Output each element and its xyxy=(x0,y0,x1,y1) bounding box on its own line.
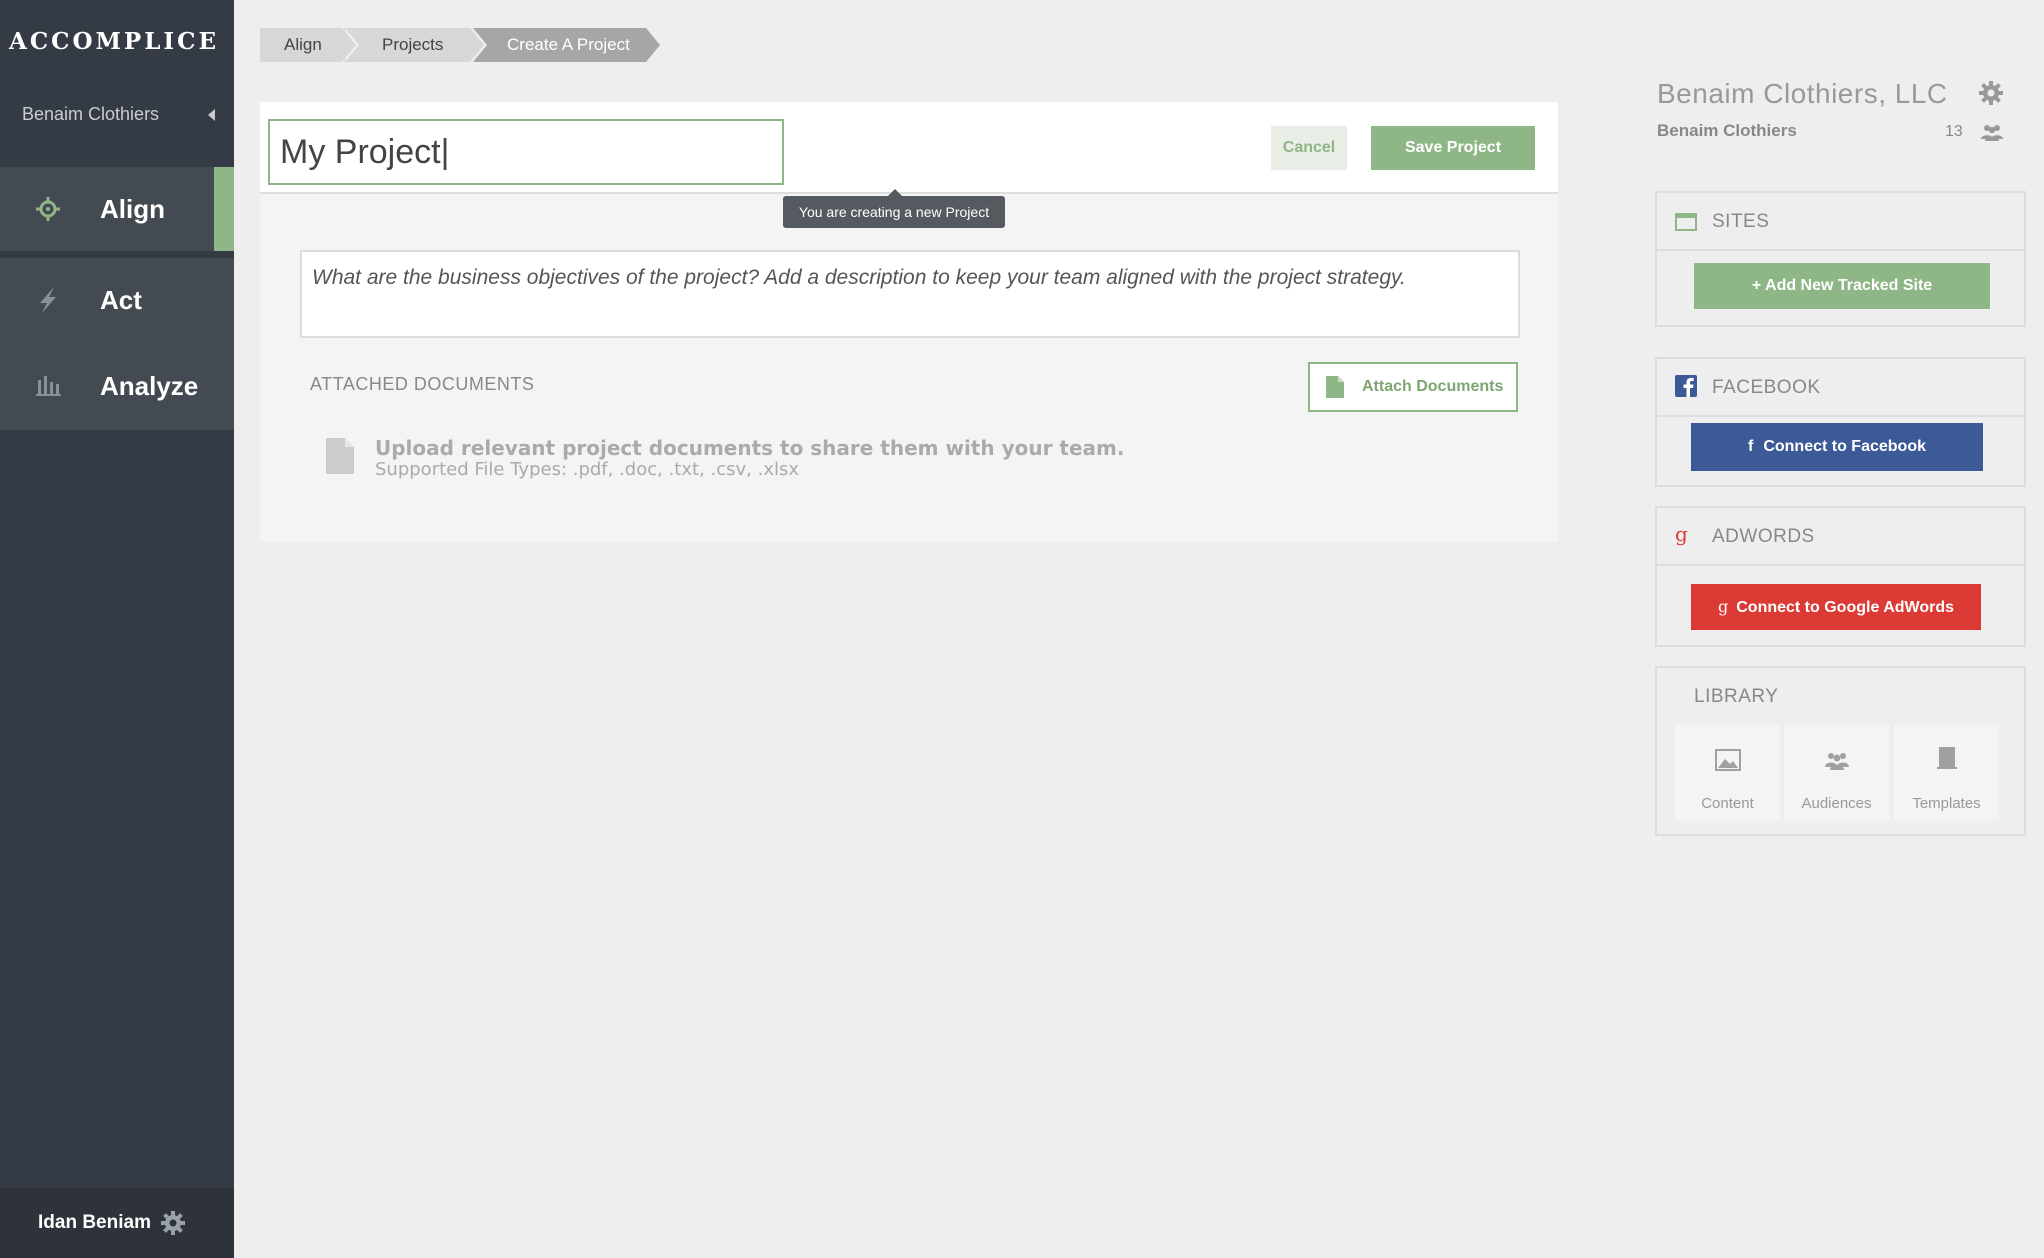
bolt-icon xyxy=(40,287,56,313)
account-switcher[interactable]: Benaim Clothiers xyxy=(22,104,222,130)
library-templates-label: Templates xyxy=(1912,795,1981,812)
adwords-title: ADWORDS xyxy=(1712,526,1815,547)
member-count: 13 xyxy=(1945,123,1963,140)
account-name: Benaim Clothiers xyxy=(22,104,160,124)
crosshair-icon xyxy=(36,197,60,221)
project-name-input[interactable] xyxy=(268,119,784,185)
google-g-icon: g xyxy=(1675,522,1688,546)
attach-documents-label: Attach Documents xyxy=(1362,378,1504,395)
save-project-button[interactable]: Save Project xyxy=(1371,126,1535,170)
attached-documents-heading: ATTACHED DOCUMENTS xyxy=(310,374,535,394)
browser-window-icon xyxy=(1675,213,1697,231)
facebook-title: FACEBOOK xyxy=(1712,377,1821,398)
company-name: Benaim Clothiers, LLC xyxy=(1657,78,1948,109)
library-audiences-tile[interactable]: Audiences xyxy=(1784,725,1889,821)
connect-adwords-button[interactable]: g Connect to Google AdWords xyxy=(1691,584,1981,630)
breadcrumb-projects[interactable]: Projects xyxy=(344,28,487,62)
google-g-icon: g xyxy=(1717,597,1729,616)
nav-item-act[interactable]: Act xyxy=(0,258,234,342)
adwords-panel: g ADWORDS g Connect to Google AdWords xyxy=(1655,506,2026,647)
add-tracked-site-button[interactable]: + Add New Tracked Site xyxy=(1694,263,1990,309)
people-icon[interactable] xyxy=(1980,123,2004,141)
nav-item-analyze[interactable]: Analyze xyxy=(0,342,234,430)
library-audiences-label: Audiences xyxy=(1801,795,1872,812)
library-templates-tile[interactable]: Templates xyxy=(1894,725,1999,821)
user-bar: Idan Beniam xyxy=(0,1188,234,1258)
new-project-tooltip: You are creating a new Project xyxy=(783,189,1005,228)
supported-file-types: Supported File Types: .pdf, .doc, .txt, … xyxy=(375,459,800,480)
library-content-label: Content xyxy=(1701,795,1754,812)
upload-hint: Upload relevant project documents to sha… xyxy=(375,436,1125,460)
nav-label: Analyze xyxy=(100,371,199,401)
attach-documents-button[interactable]: Attach Documents xyxy=(1308,362,1518,412)
library-panel: LIBRARY Content Audiences Templates xyxy=(1655,666,2026,836)
breadcrumb-align[interactable]: Align xyxy=(260,28,359,62)
facebook-panel-header: FACEBOOK xyxy=(1657,359,2024,417)
facebook-panel: FACEBOOK f Connect to Facebook xyxy=(1655,357,2026,487)
breadcrumb-create-project: Create A Project xyxy=(473,28,663,62)
nav-label: Act xyxy=(100,285,142,315)
sidebar: Accomplice Benaim Clothiers Align Act An xyxy=(0,0,234,1258)
sites-title: SITES xyxy=(1712,211,1770,232)
company-subname: Benaim Clothiers xyxy=(1657,121,1797,140)
people-icon xyxy=(1825,753,1849,770)
adwords-panel-header: g ADWORDS xyxy=(1657,508,2024,566)
nav-label: Align xyxy=(100,194,165,224)
user-name[interactable]: Idan Beniam xyxy=(38,1188,151,1258)
project-form-header: Cancel Save Project xyxy=(260,102,1558,194)
facebook-f-icon: f xyxy=(1747,438,1754,455)
document-icon xyxy=(1937,747,1957,769)
connect-adwords-label: Connect to Google AdWords xyxy=(1736,599,1954,616)
bar-chart-icon xyxy=(36,376,61,396)
app-logo: Accomplice xyxy=(8,28,219,55)
gear-icon[interactable] xyxy=(1978,80,2004,106)
cancel-button[interactable]: Cancel xyxy=(1271,126,1347,170)
gear-icon[interactable] xyxy=(160,1210,186,1236)
connect-facebook-label: Connect to Facebook xyxy=(1763,438,1926,455)
nav-item-align[interactable]: Align xyxy=(0,167,234,251)
image-icon xyxy=(1715,749,1741,771)
file-icon xyxy=(326,438,354,474)
connect-facebook-button[interactable]: f Connect to Facebook xyxy=(1691,423,1983,471)
sites-panel: SITES + Add New Tracked Site xyxy=(1655,191,2026,327)
collapse-caret-icon[interactable] xyxy=(208,109,215,121)
document-icon xyxy=(1326,376,1344,398)
project-form-card: Cancel Save Project You are creating a n… xyxy=(260,102,1558,542)
sites-panel-header: SITES xyxy=(1657,193,2024,251)
library-title: LIBRARY xyxy=(1694,686,1779,707)
library-content-tile[interactable]: Content xyxy=(1675,725,1780,821)
project-description-textarea[interactable]: What are the business objectives of the … xyxy=(300,250,1520,338)
facebook-icon xyxy=(1675,375,1697,397)
